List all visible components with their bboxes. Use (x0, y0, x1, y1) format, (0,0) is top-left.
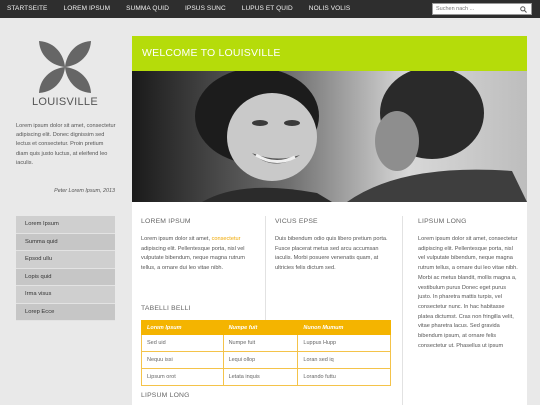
table-cell: Lorando futtu (297, 368, 391, 386)
table-cell: Letata inquis (222, 368, 299, 386)
col2-text: Duis bibendum odio quis libero pretium p… (275, 236, 388, 272)
table-cell: Lipsum orot (141, 368, 224, 386)
table-cell: Luppus Hupp (297, 334, 391, 352)
table-title: TABELLI BELLI (141, 305, 191, 312)
table-row: Nequu issi Lequi ollop Loran sed iq (141, 351, 391, 369)
nav-item-nolis-volis[interactable]: NOLIS VOLIS (301, 0, 359, 18)
nav-item-lupus-et-quid[interactable]: LUPUS ET QUID (234, 0, 301, 18)
table-header-cell: Numpe fuit (222, 320, 299, 335)
sidebar-item-irma-visus[interactable]: Irma visus (16, 286, 115, 304)
table-header-cell: Nunon Mumum (297, 320, 391, 335)
col1-text: Lorem ipsum dolor sit amet, consectetur … (141, 235, 257, 274)
brand-name[interactable]: LOUISVILLE (16, 96, 114, 108)
column-divider (265, 216, 266, 334)
table-cell: Loran sed iq (297, 351, 391, 369)
logo-icon[interactable] (34, 36, 96, 98)
table-cell: Nequu issi (141, 351, 224, 369)
search-box (432, 3, 532, 15)
sidebar-item-summa-quid[interactable]: Summa quid (16, 233, 115, 251)
nav-item-ipsus-sunc[interactable]: IPSUS SUNC (177, 0, 234, 18)
nav-item-startseite[interactable]: STARTSEITE (0, 0, 56, 18)
table-cell: Numpe fuit (222, 334, 299, 352)
col1-title: LOREM IPSUM (141, 218, 191, 225)
top-navbar: STARTSEITE LOREM IPSUM SUMMA QUID IPSUS … (0, 0, 540, 18)
nav-item-summa-quid[interactable]: SUMMA QUID (118, 0, 177, 18)
table-row: Lipsum orot Letata inquis Lorando futtu (141, 368, 391, 386)
table-row: Sed uid Numpe fuit Luppus Hupp (141, 334, 391, 352)
page-title: WELCOME TO LOUISVILLE (132, 36, 527, 71)
bottom-section-title: LIPSUM LONG (141, 392, 190, 399)
nav-item-lorem-ipsum[interactable]: LOREM IPSUM (56, 0, 119, 18)
search-icon[interactable] (517, 4, 529, 14)
sidebar-menu: Lorem Ipsum Summa quid Epsod ullu Lopis … (16, 216, 115, 321)
col2-title: VICUS EPSE (275, 218, 318, 225)
table-cell: Sed uid (141, 334, 224, 352)
col3-title: LIPSUM LONG (418, 218, 467, 225)
col1-text-end: adipiscing elit. Pellentesque porta, nis… (141, 245, 245, 272)
hero-image (132, 71, 527, 202)
sidebar-item-lorep-ecce[interactable]: Lorep Ecce (16, 303, 115, 321)
sidebar-item-lorem-ipsum[interactable]: Lorem Ipsum (16, 216, 115, 234)
sidebar-item-epsod-ullu[interactable]: Epsod ullu (16, 251, 115, 269)
table-cell: Lequi ollop (222, 351, 299, 369)
table-header-cell: Lorem Ipsum (141, 320, 224, 335)
data-table: Lorem Ipsum Numpe fuit Nunon Mumum Sed u… (141, 320, 391, 386)
main-content: WELCOME TO LOUISVILLE LOREM IPSUM Lorem … (132, 36, 527, 405)
search-input[interactable] (433, 4, 517, 14)
table-header-row: Lorem Ipsum Numpe fuit Nunon Mumum (141, 320, 391, 335)
col1-link[interactable]: consectetur (212, 236, 241, 242)
quote-author: Peter Lorem Ipsum, 2013 (54, 188, 115, 194)
col3-text: Lorem ipsum dolor sit amet, consectetur … (418, 236, 518, 349)
main-nav: STARTSEITE LOREM IPSUM SUMMA QUID IPSUS … (0, 0, 358, 18)
sidebar-quote: Lorem ipsum dolor sit amet, consectetur … (16, 123, 116, 166)
col1-text-start: Lorem ipsum dolor sit amet, (141, 236, 212, 242)
column-divider (402, 216, 403, 405)
sidebar-item-lopis-quid[interactable]: Lopis quid (16, 268, 115, 286)
